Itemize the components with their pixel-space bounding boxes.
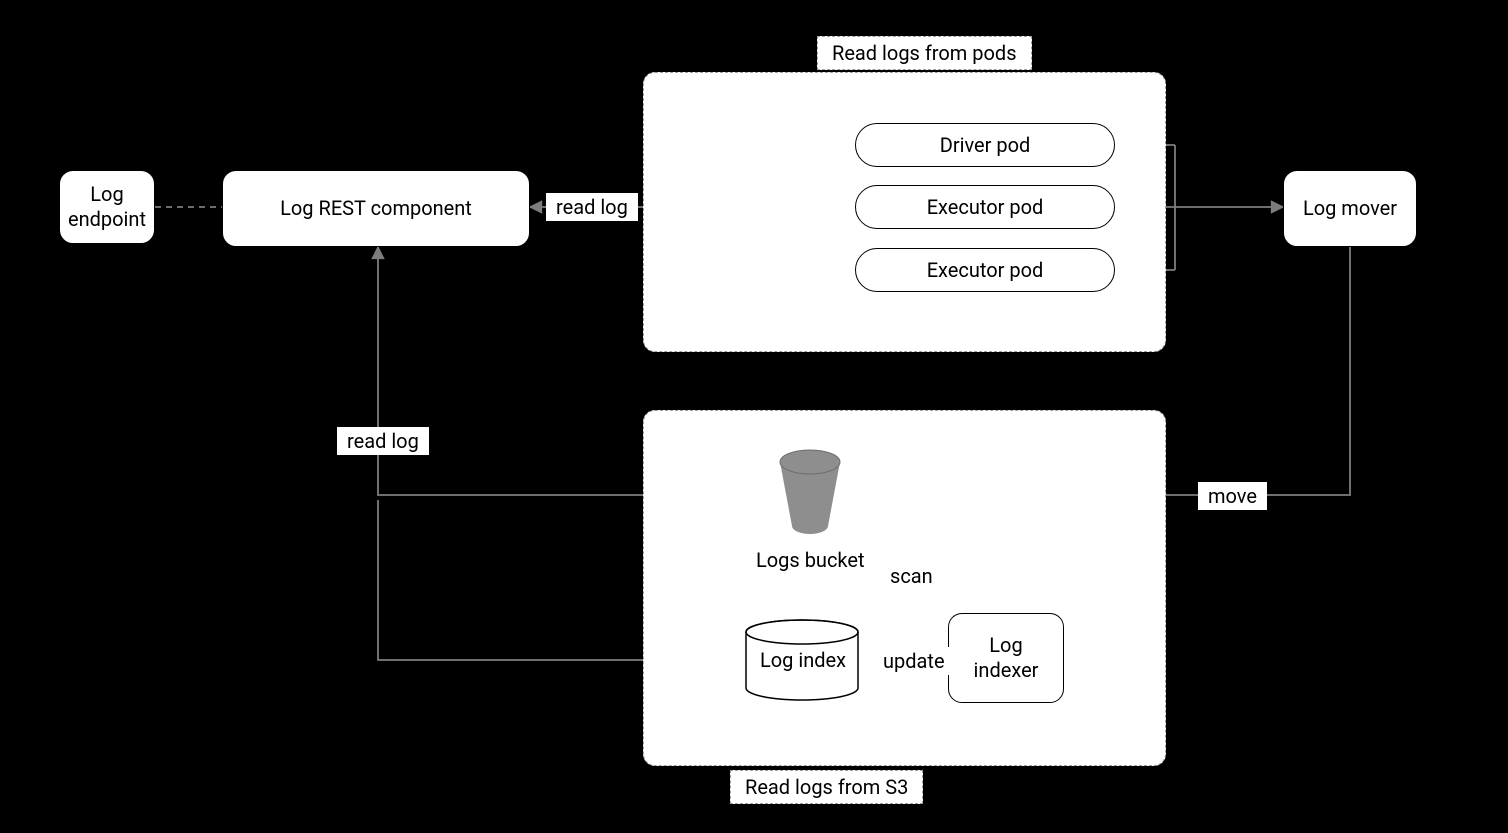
edge-label-update: update: [873, 647, 955, 675]
node-executor-pod-2: Executor pod: [855, 248, 1115, 292]
bucket-icon: [775, 448, 845, 536]
edge-label-move: move: [1198, 482, 1267, 510]
node-log-rest: Log REST component: [222, 170, 530, 247]
edge-label-read-log-left: read log: [337, 427, 429, 455]
group-s3-title: Read logs from S3: [730, 770, 923, 804]
node-log-endpoint: Log endpoint: [59, 170, 155, 244]
bucket-label: Logs bucket: [756, 548, 865, 572]
cylinder-label: Log index: [760, 648, 846, 672]
node-driver-pod: Driver pod: [855, 123, 1115, 167]
node-log-mover: Log mover: [1283, 170, 1417, 247]
node-executor-pod-1: Executor pod: [855, 185, 1115, 229]
node-log-indexer: Log indexer: [948, 613, 1064, 703]
edge-label-read-log-top: read log: [546, 193, 638, 221]
group-pods-title: Read logs from pods: [817, 36, 1032, 70]
edge-label-scan: scan: [880, 562, 943, 590]
diagram-stage: Read logs from pods Read logs from S3 Lo…: [0, 0, 1508, 833]
